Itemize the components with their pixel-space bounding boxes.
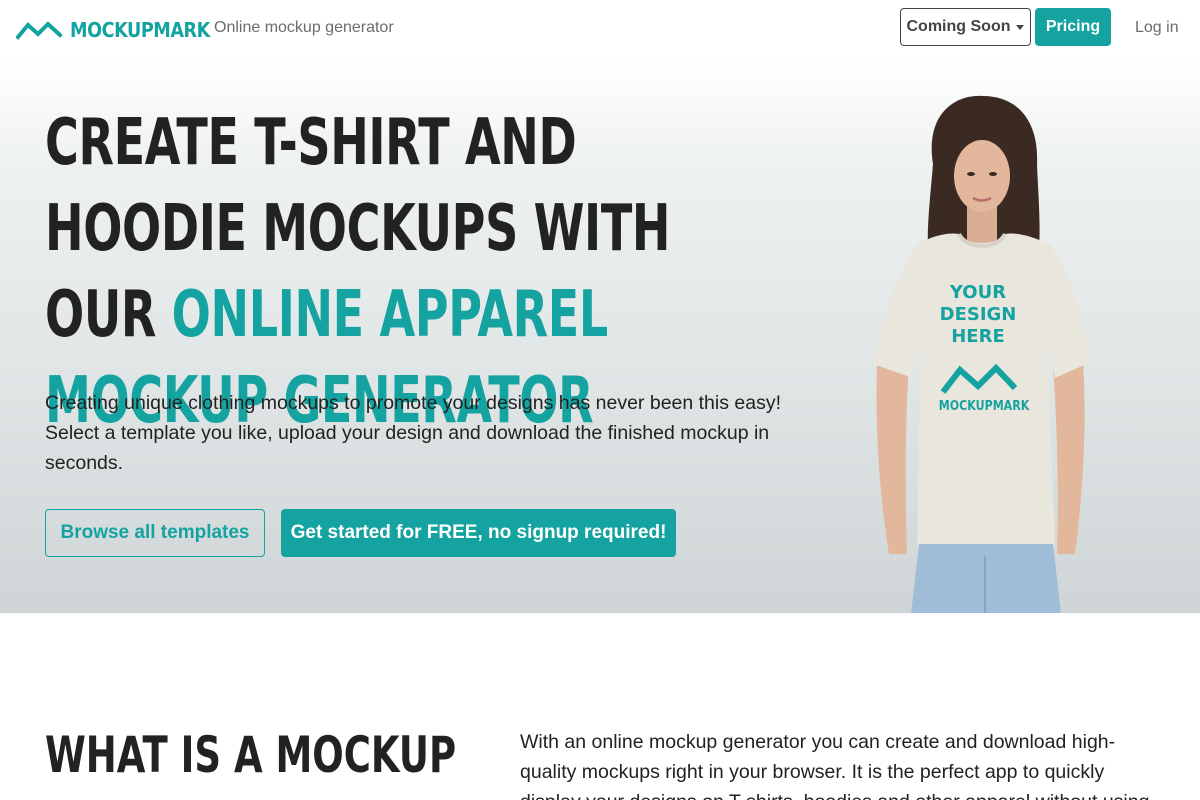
caret-down-icon bbox=[1016, 24, 1025, 30]
navbar: MOCKUPMARK Online mockup generator Comin… bbox=[0, 0, 1200, 58]
shirt-line-1: YOUR bbox=[949, 282, 1007, 303]
shirt-line-2: DESIGN bbox=[939, 304, 1017, 325]
browse-templates-button[interactable]: Browse all templates bbox=[45, 509, 265, 557]
shirt-design-text: YOUR DESIGN HERE bbox=[938, 282, 1018, 348]
shirt-line-3: HERE bbox=[951, 326, 1005, 347]
section-body: With an online mockup generator you can … bbox=[520, 731, 1149, 800]
login-link[interactable]: Log in bbox=[1135, 19, 1179, 37]
get-started-button[interactable]: Get started for FREE, no signup required… bbox=[281, 509, 676, 557]
brand-name: MOCKUPMARK bbox=[70, 18, 210, 42]
shirt-brand-text: MOCKUPMARK bbox=[938, 399, 1030, 414]
pricing-button[interactable]: Pricing bbox=[1035, 8, 1111, 46]
coming-soon-dropdown[interactable]: Coming Soon bbox=[900, 8, 1031, 46]
hero-lead: Creating unique clothing mockups to prom… bbox=[45, 392, 782, 474]
coming-soon-label: Coming Soon bbox=[906, 18, 1011, 35]
shirt-logo-icon bbox=[940, 362, 1018, 401]
tagline: Online mockup generator bbox=[214, 19, 394, 36]
hero-section: CREATE T-SHIRT AND HOODIE MOCKUPS WITH O… bbox=[0, 58, 1200, 613]
mountain-logo-icon bbox=[16, 19, 62, 41]
brand-logo-link[interactable]: MOCKUPMARK bbox=[16, 18, 229, 42]
model-tshirt-image bbox=[855, 94, 1105, 613]
section-title: WHAT IS A MOCKUP bbox=[45, 726, 457, 784]
